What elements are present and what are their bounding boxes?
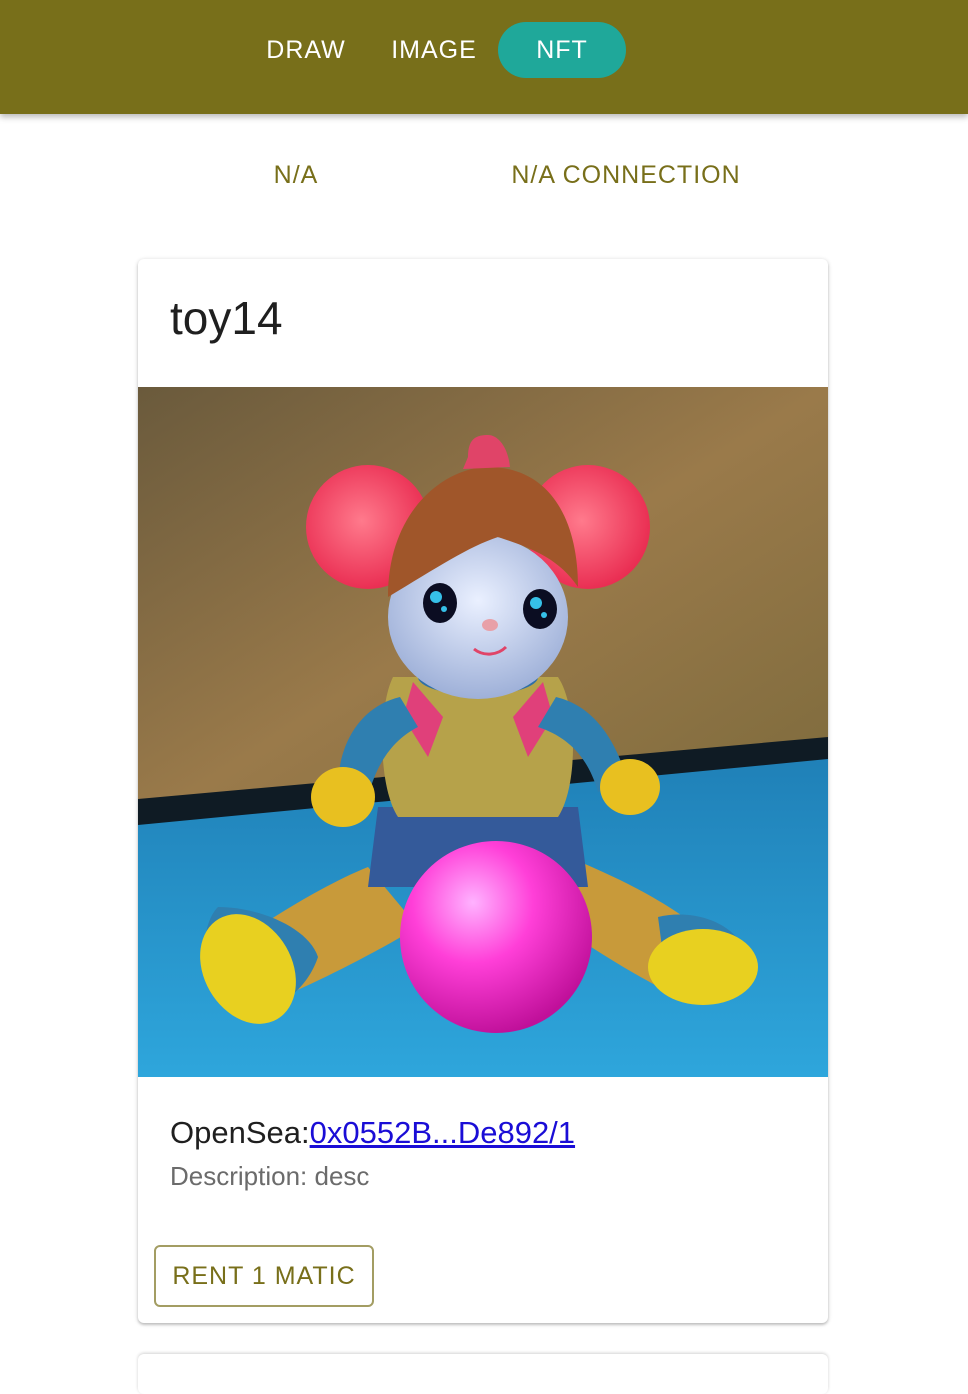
nft-image (138, 387, 828, 1077)
nft-title: toy14 (170, 292, 283, 344)
network-status-button[interactable]: N/A (230, 150, 362, 200)
tab-image[interactable]: IMAGE (372, 22, 496, 78)
rent-button[interactable]: RENT 1 MATIC (154, 1245, 374, 1307)
opensea-link[interactable]: 0x0552B...De892/1 (310, 1115, 575, 1150)
app-bar: DRAW IMAGE NFT (0, 0, 968, 114)
nft-description: Description: desc (170, 1161, 370, 1191)
tab-draw[interactable]: DRAW (248, 22, 364, 78)
next-nft-card (138, 1354, 828, 1394)
opensea-label: OpenSea: (170, 1115, 310, 1150)
connection-status-button[interactable]: N/A CONNECTION (480, 150, 772, 200)
nft-card: toy14 OpenSea:0x0552B...De892/1 Descript… (138, 259, 828, 1323)
opensea-line: OpenSea:0x0552B...De892/1 (170, 1115, 575, 1151)
tab-nft[interactable]: NFT (498, 22, 626, 78)
